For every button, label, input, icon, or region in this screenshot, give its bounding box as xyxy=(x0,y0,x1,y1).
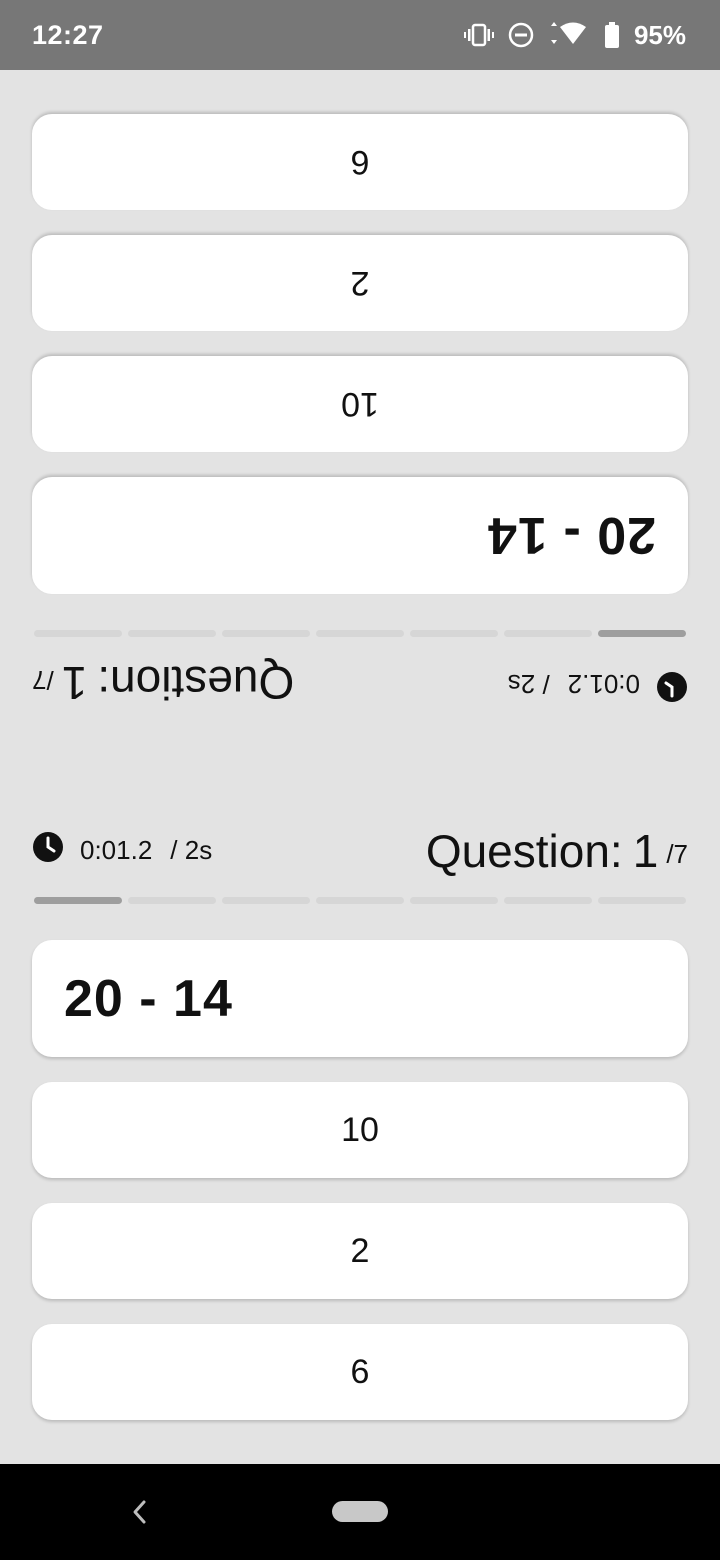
answer-button[interactable]: 6 xyxy=(32,114,688,210)
answer-button[interactable]: 2 xyxy=(32,235,688,331)
progress-segment xyxy=(316,897,404,904)
timer: 0:01.2 / 2s xyxy=(32,831,212,878)
timer: 0:01.2 / 2s xyxy=(508,656,688,703)
question-number: 1 xyxy=(61,657,88,709)
answer-button[interactable]: 10 xyxy=(32,356,688,452)
home-pill-button[interactable] xyxy=(332,1501,388,1522)
progress-bar xyxy=(34,897,686,905)
progress-segment xyxy=(128,897,216,904)
wifi-icon: 4 xyxy=(548,22,590,48)
problem-card: 20 - 14 xyxy=(32,940,688,1057)
status-icons: 4 95% xyxy=(463,19,686,51)
progress-bar xyxy=(34,629,686,637)
info-row: 0:01.2 / 2s Question: 1 /7 xyxy=(32,822,688,878)
answer-button[interactable]: 2 xyxy=(32,1203,688,1299)
battery-percent: 95% xyxy=(633,19,686,50)
progress-segment xyxy=(410,630,498,637)
svg-text:4: 4 xyxy=(578,36,584,47)
clock-icon xyxy=(640,664,688,703)
timer-elapsed: 0:01.2 xyxy=(80,835,153,865)
answer-button[interactable]: 10 xyxy=(32,1082,688,1178)
timer-limit: / 2s xyxy=(170,835,213,865)
status-bar: 12:27 4 95% xyxy=(0,0,720,70)
question-counter: Question: 1 /7 xyxy=(32,656,294,710)
player-one-panel: 0:01.2 / 2s Question: 1 /7 20 - 14 10 2 … xyxy=(0,767,720,1464)
problem-text: 20 - 14 xyxy=(487,506,656,565)
info-row: 0:01.2 / 2s Question: 1 /7 xyxy=(32,656,688,712)
timer-limit: / 2s xyxy=(507,669,550,699)
question-number: 1 xyxy=(632,825,659,877)
progress-segment xyxy=(598,630,686,637)
question-total: /7 xyxy=(666,839,688,869)
progress-segment xyxy=(316,630,404,637)
question-counter: Question: 1 /7 xyxy=(426,824,688,878)
progress-segment xyxy=(598,897,686,904)
timer-elapsed: 0:01.2 xyxy=(567,669,640,699)
clock-icon xyxy=(32,831,80,870)
vibrate-icon xyxy=(463,23,494,47)
navigation-bar xyxy=(0,1464,720,1560)
progress-segment xyxy=(222,897,310,904)
question-label: Question: xyxy=(97,657,295,709)
progress-segment xyxy=(222,630,310,637)
progress-segment xyxy=(504,630,592,637)
battery-icon xyxy=(604,22,620,48)
status-time: 12:27 xyxy=(32,19,104,50)
progress-segment xyxy=(34,630,122,637)
progress-segment xyxy=(34,897,122,904)
do-not-disturb-icon xyxy=(508,22,534,48)
progress-segment xyxy=(504,897,592,904)
problem-text: 20 - 14 xyxy=(64,969,233,1028)
progress-segment xyxy=(410,897,498,904)
progress-segment xyxy=(128,630,216,637)
question-label: Question: xyxy=(425,825,623,877)
player-two-panel: 0:01.2 / 2s Question: 1 /7 20 - 14 10 2 … xyxy=(0,70,720,767)
question-total: /7 xyxy=(32,665,54,695)
problem-card: 20 - 14 xyxy=(32,477,688,594)
back-icon[interactable] xyxy=(124,1494,156,1530)
answer-button[interactable]: 6 xyxy=(32,1324,688,1420)
